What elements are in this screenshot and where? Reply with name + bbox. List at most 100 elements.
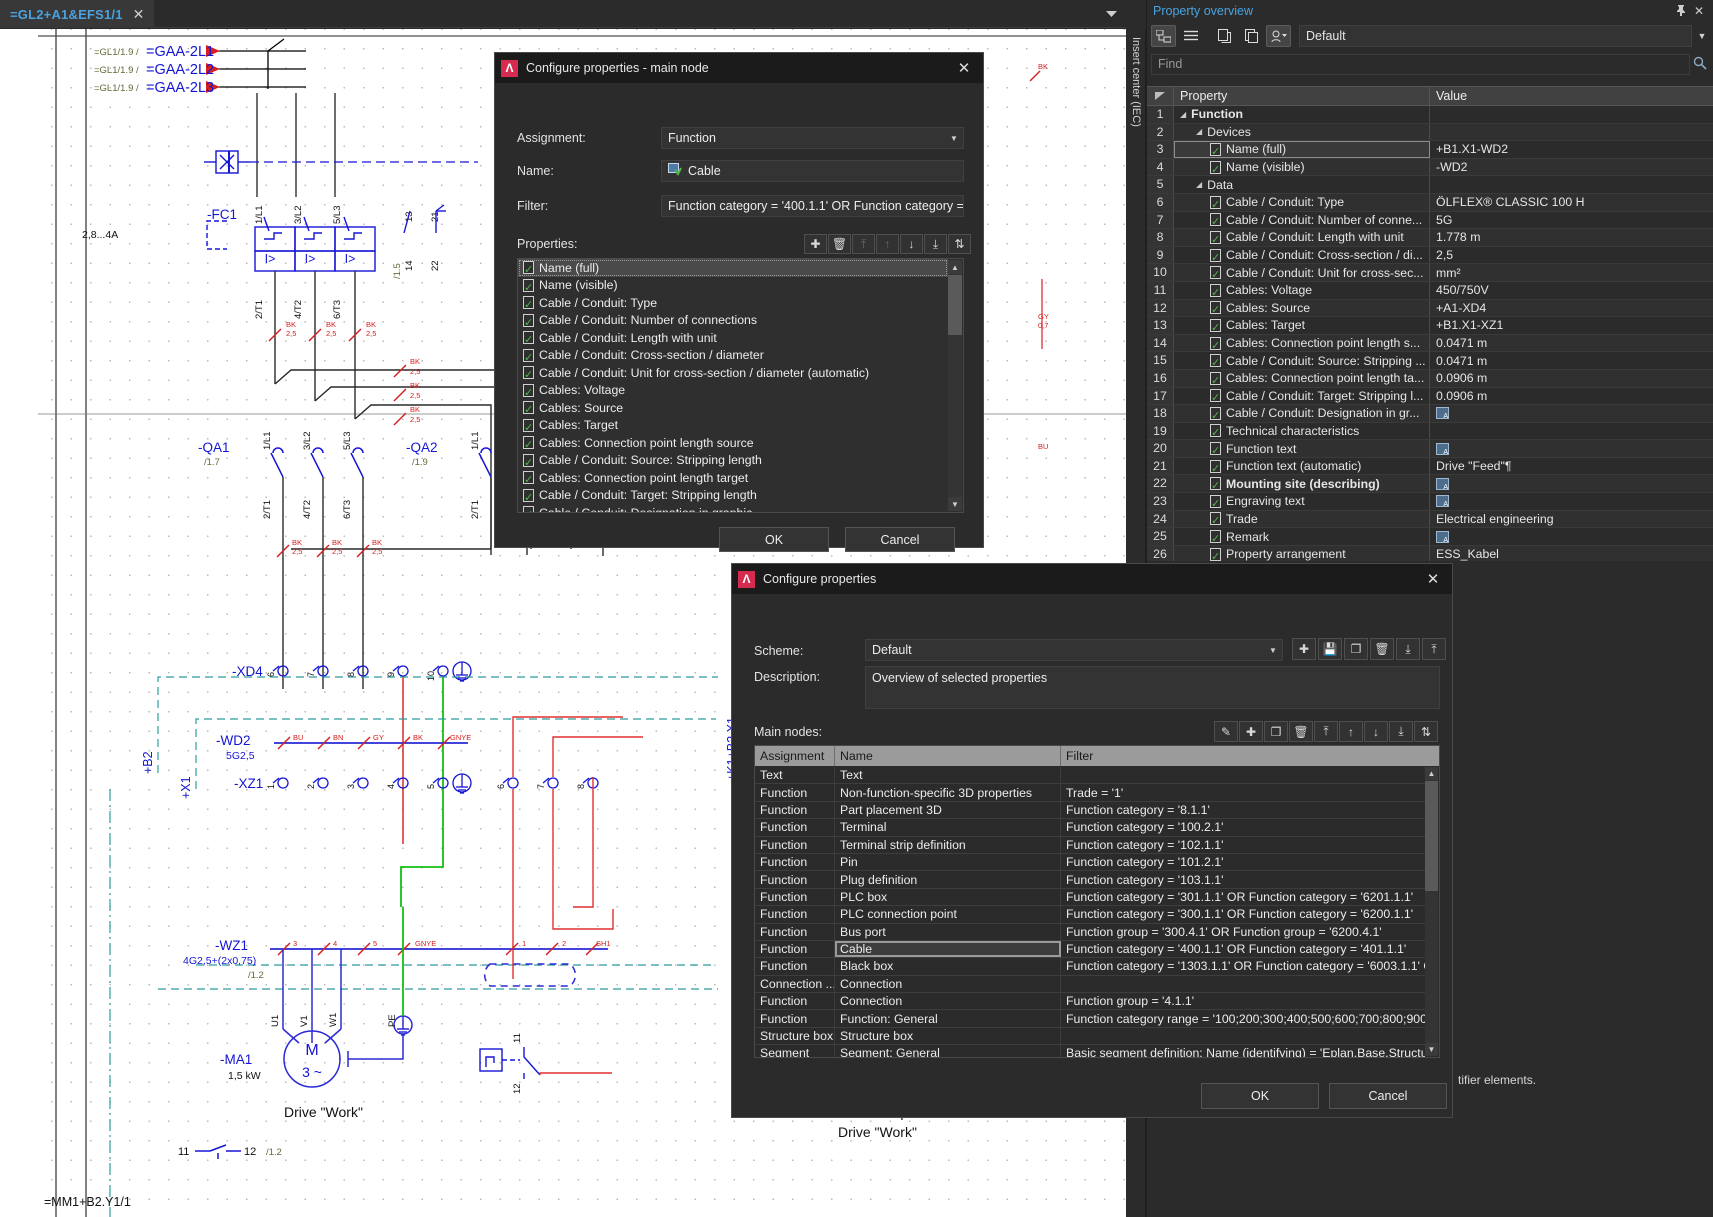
dialog-titlebar[interactable]: Λ Configure properties ✕ [732, 564, 1452, 594]
table-row[interactable]: 2◢Devices [1147, 124, 1713, 142]
multilingual-text-icon[interactable] [1436, 478, 1449, 490]
property-value-cell[interactable]: ÖLFLEX® CLASSIC 100 H [1430, 194, 1713, 211]
table-row[interactable]: FunctionPLC connection pointFunction cat… [755, 906, 1425, 923]
property-name-cell[interactable]: Trade [1174, 511, 1430, 528]
assignment-cell[interactable]: Function [755, 784, 835, 800]
tab-gl2-a1-efs1[interactable]: =GL2+A1&EFS1/1 ✕ [0, 0, 154, 28]
name-cell[interactable]: Terminal [835, 819, 1061, 835]
assignment-cell[interactable]: Function [755, 871, 835, 887]
multilingual-text-icon[interactable] [1436, 407, 1449, 419]
property-name-cell[interactable]: Cable / Conduit: Target: Stripping l... [1174, 388, 1430, 405]
name-cell[interactable]: Black box [835, 958, 1061, 974]
property-name-cell[interactable]: Cable / Conduit: Designation in gr... [1174, 405, 1430, 422]
main-nodes-grid[interactable]: Assignment Name Filter TextTextFunctionN… [754, 745, 1440, 1058]
property-value-cell[interactable]: 0.0906 m [1430, 388, 1713, 405]
table-row[interactable]: 22Mounting site (describing) [1147, 475, 1713, 493]
table-row[interactable]: FunctionPinFunction category = '101.2.1' [755, 854, 1425, 871]
property-value-cell[interactable]: ESS_Kabel [1430, 546, 1713, 561]
scroll-down-icon[interactable]: ▼ [1425, 1043, 1438, 1056]
table-row[interactable]: TextText [755, 767, 1425, 784]
name-cell[interactable]: Cable [835, 941, 1061, 957]
assignment-cell[interactable]: Function [755, 906, 835, 922]
filter-cell[interactable]: Function category = '1303.1.1' OR Functi… [1061, 958, 1425, 974]
property-name-cell[interactable]: Cable / Conduit: Unit for cross-sec... [1174, 264, 1430, 281]
property-value-cell[interactable]: mm² [1430, 264, 1713, 281]
assignment-cell[interactable]: Function [755, 941, 835, 957]
property-value-cell[interactable] [1430, 423, 1713, 440]
property-name-cell[interactable]: Cable / Conduit: Cross-section / di... [1174, 247, 1430, 264]
scroll-thumb[interactable] [1425, 781, 1438, 891]
property-name-cell[interactable]: Cables: Connection point length s... [1174, 335, 1430, 352]
move-up-button[interactable]: ↑ [876, 234, 899, 254]
property-name-cell[interactable]: Cables: Source [1174, 300, 1430, 317]
table-row[interactable]: 1◢Function [1147, 106, 1713, 124]
name-cell[interactable]: Non-function-specific 3D properties [835, 784, 1061, 800]
filter-cell[interactable] [1061, 976, 1425, 992]
table-row[interactable]: 23Engraving text [1147, 493, 1713, 511]
table-row[interactable]: 17Cable / Conduit: Target: Stripping l..… [1147, 388, 1713, 406]
filter-cell[interactable]: Function category = '100.2.1' [1061, 819, 1425, 835]
table-row[interactable]: FunctionPLC boxFunction category = '301.… [755, 889, 1425, 906]
property-value-cell[interactable]: Electrical engineering [1430, 511, 1713, 528]
table-row[interactable]: 18Cable / Conduit: Designation in gr... [1147, 405, 1713, 423]
table-row[interactable]: 21Function text (automatic)Drive "Feed"¶ [1147, 458, 1713, 476]
filter-cell[interactable]: Function category = '103.1.1' [1061, 871, 1425, 887]
move-down-button[interactable]: ↓ [900, 234, 923, 254]
property-name-cell[interactable]: ◢Devices [1174, 124, 1430, 141]
property-value-cell[interactable]: 0.0471 m [1430, 335, 1713, 352]
table-row[interactable]: 9Cable / Conduit: Cross-section / di...2… [1147, 247, 1713, 265]
filter-cell[interactable]: Basic segment definition: Name (identify… [1061, 1045, 1425, 1057]
assignment-cell[interactable]: Function [755, 993, 835, 1009]
filter-cell[interactable]: Function category range = '100;200;300;4… [1061, 1010, 1425, 1026]
property-grid-body[interactable]: 1◢Function2◢Devices3Name (full)+B1.X1-WD… [1147, 106, 1713, 561]
list-item[interactable]: Cable / Conduit: Cross-section / diamete… [518, 347, 948, 365]
name-cell[interactable]: Function: General [835, 1010, 1061, 1026]
configure-properties-main-node-dialog[interactable]: Λ Configure properties - main node ✕ Ass… [494, 52, 984, 548]
chevron-down-icon[interactable]: ▼ [945, 134, 963, 143]
chevron-down-icon[interactable]: ▼ [1264, 646, 1282, 655]
property-value-cell[interactable]: 0.0906 m [1430, 370, 1713, 387]
property-name-cell[interactable]: Cable / Conduit: Number of conne... [1174, 212, 1430, 229]
property-name-cell[interactable]: ◢Function [1174, 106, 1430, 123]
assignment-cell[interactable]: Function [755, 802, 835, 818]
assignment-cell[interactable]: Connection ... [755, 976, 835, 992]
move-down-node-button[interactable]: ↓ [1364, 721, 1388, 742]
list-item[interactable]: Cable / Conduit: Designation in graphic [518, 504, 948, 513]
name-cell[interactable]: Plug definition [835, 871, 1061, 887]
column-property[interactable]: Property [1174, 87, 1430, 105]
property-name-cell[interactable]: Engraving text [1174, 493, 1430, 510]
table-row[interactable]: 26Property arrangementESS_Kabel [1147, 546, 1713, 561]
description-field[interactable]: Overview of selected properties [865, 666, 1440, 709]
table-row[interactable]: 4Name (visible)-WD2 [1147, 159, 1713, 177]
property-name-cell[interactable]: Function text [1174, 440, 1430, 457]
scroll-up-icon[interactable]: ▲ [948, 260, 962, 274]
property-value-cell[interactable] [1430, 440, 1713, 457]
filter-cell[interactable]: Function category = '8.1.1' [1061, 802, 1425, 818]
name-cell[interactable]: Bus port [835, 924, 1061, 940]
table-row[interactable]: 20Function text [1147, 440, 1713, 458]
close-icon[interactable]: ✕ [1420, 570, 1446, 588]
table-row[interactable]: FunctionPlug definitionFunction category… [755, 871, 1425, 888]
add-node-button[interactable]: ✚ [1239, 721, 1263, 742]
property-value-cell[interactable] [1430, 124, 1713, 141]
assignment-cell[interactable]: Function [755, 958, 835, 974]
filter-cell[interactable]: Trade = '1' [1061, 784, 1425, 800]
table-row[interactable]: 5◢Data [1147, 176, 1713, 194]
tree-view-icon[interactable] [1151, 25, 1176, 47]
column-name[interactable]: Name [835, 746, 1061, 766]
assignment-cell[interactable]: Function [755, 924, 835, 940]
edit-node-button[interactable]: ✎ [1214, 721, 1238, 742]
table-row[interactable]: FunctionBlack boxFunction category = '13… [755, 958, 1425, 975]
move-top-node-button[interactable]: ⤒ [1314, 721, 1338, 742]
table-row[interactable]: 13Cables: Target+B1.X1-XZ1 [1147, 317, 1713, 335]
property-name-cell[interactable]: Cables: Voltage [1174, 282, 1430, 299]
properties-list[interactable]: Name (full)Name (visible)Cable / Conduit… [517, 258, 964, 513]
table-row[interactable]: 7Cable / Conduit: Number of conne...5G [1147, 212, 1713, 230]
list-item[interactable]: Cable / Conduit: Unit for cross-section … [518, 364, 948, 382]
multilingual-text-icon[interactable] [1436, 531, 1449, 543]
property-name-cell[interactable]: Technical characteristics [1174, 423, 1430, 440]
new-scheme-button[interactable]: ✚ [1292, 638, 1316, 660]
property-name-cell[interactable]: Name (full) [1174, 141, 1430, 158]
scroll-up-icon[interactable]: ▲ [1425, 767, 1438, 780]
table-row[interactable]: 8Cable / Conduit: Length with unit1.778 … [1147, 229, 1713, 247]
